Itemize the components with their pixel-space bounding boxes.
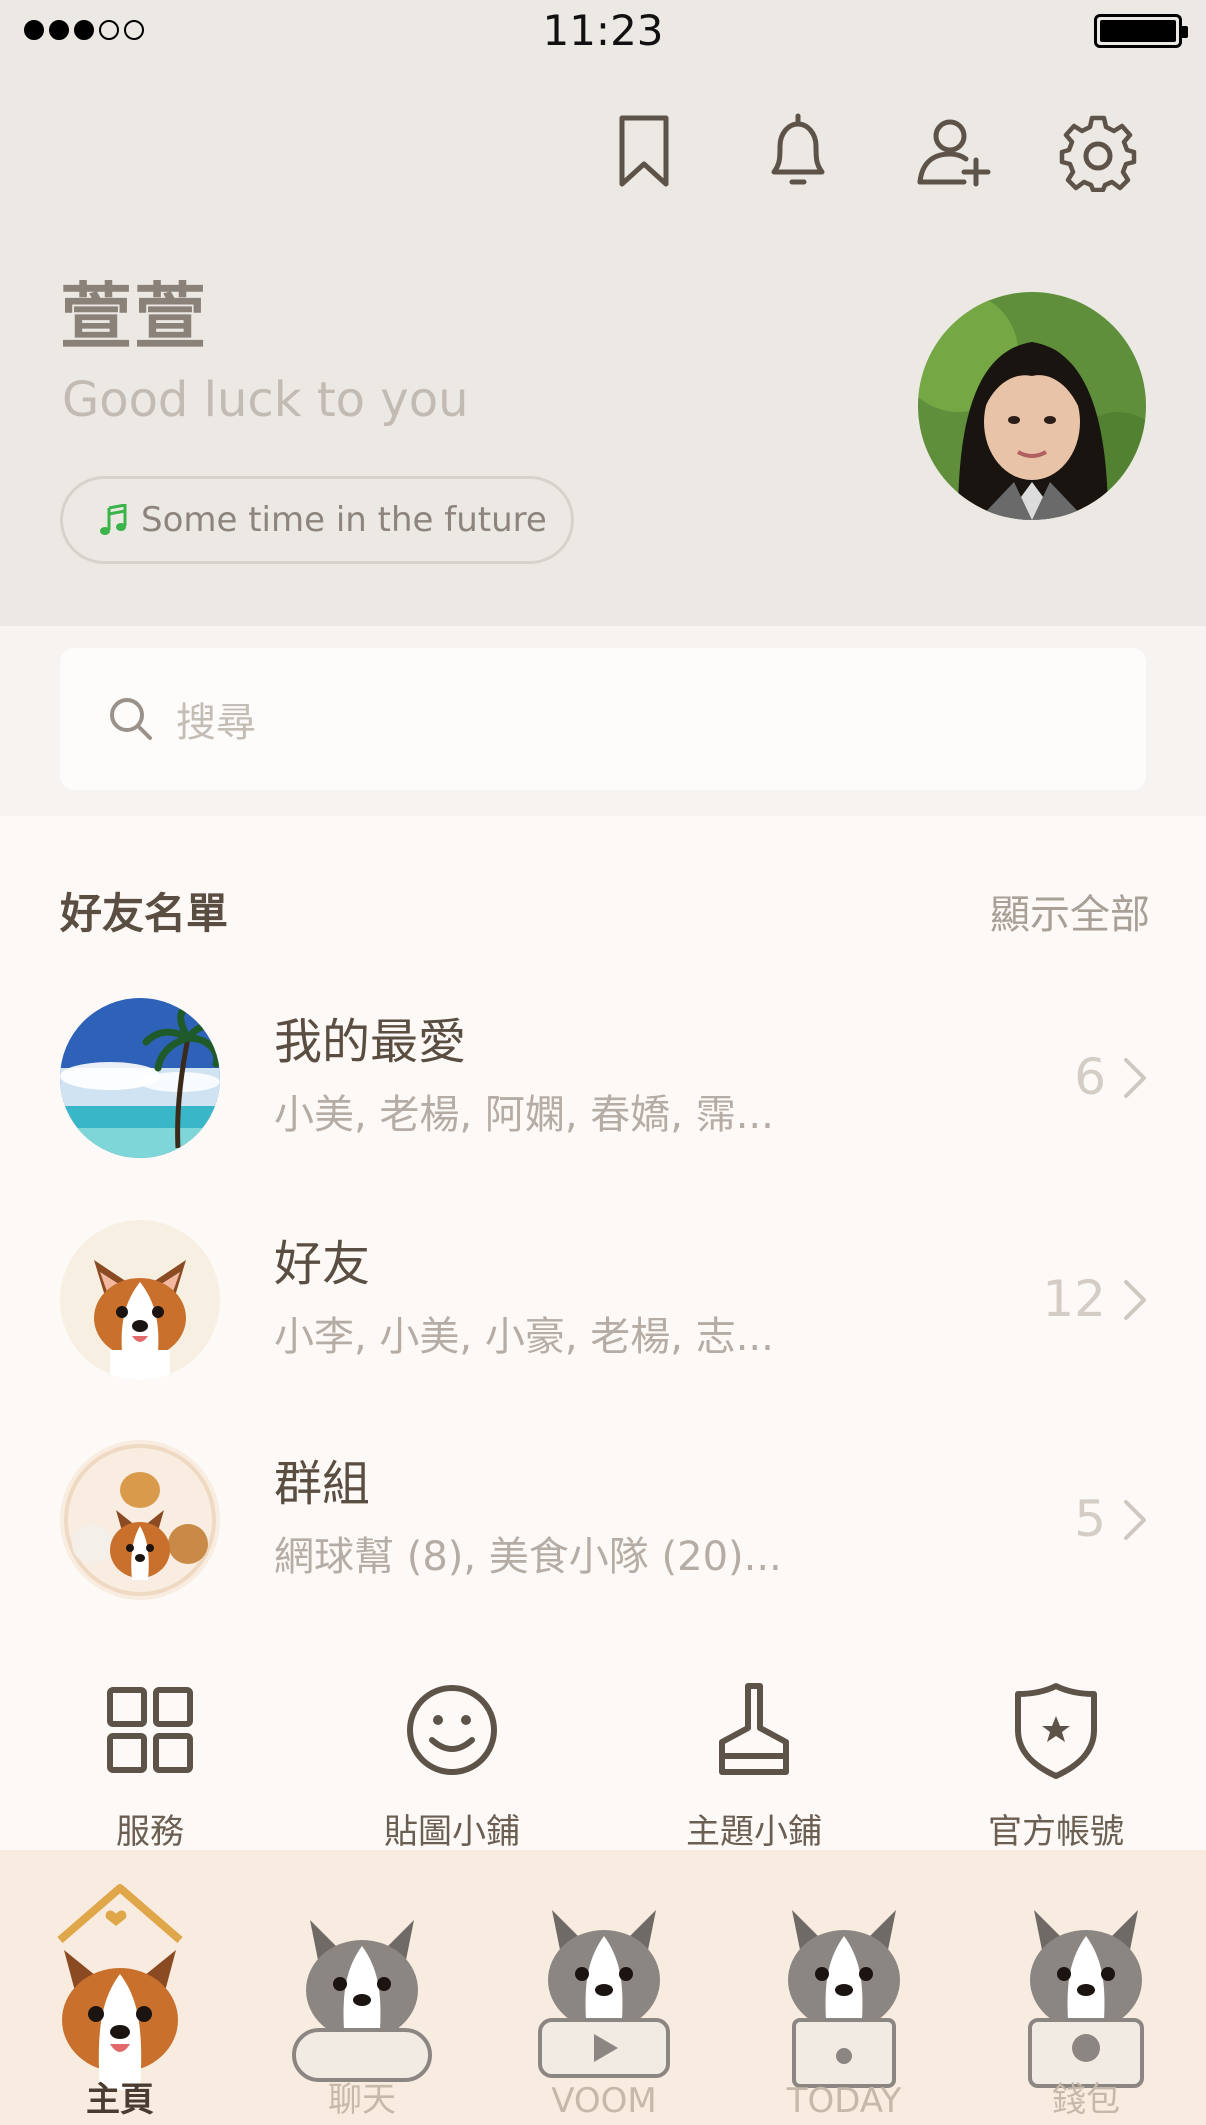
search-placeholder: 搜尋	[176, 700, 256, 746]
grid-icon	[107, 1687, 193, 1773]
sticker-shop-button[interactable]: 貼圖小鋪	[362, 1680, 542, 1852]
bookmark-icon[interactable]	[604, 112, 684, 192]
friend-group-friends[interactable]: 好友 小李, 小美, 小豪, 老楊, 志... 12	[0, 1220, 1206, 1420]
profile-avatar[interactable]	[918, 292, 1146, 520]
smiley-icon	[407, 1685, 497, 1775]
brush-icon	[719, 1683, 789, 1775]
bottom-tab-bar: 主頁 聊天 VOOM TODAY 錢包	[0, 1850, 1206, 2125]
music-note-icon	[100, 504, 127, 535]
today-corgi-icon	[788, 1910, 900, 2088]
service-button[interactable]: 服務	[60, 1680, 240, 1852]
friend-group-title: 我的最愛	[274, 1014, 467, 1070]
gear-icon[interactable]	[1058, 112, 1138, 193]
chat-corgi-icon	[292, 1920, 432, 2082]
voom-corgi-icon	[538, 1910, 670, 2078]
friend-group-title: 群組	[274, 1456, 371, 1512]
battery-icon	[1094, 14, 1188, 48]
official-accounts-button[interactable]: 官方帳號	[966, 1680, 1146, 1852]
profile-name[interactable]: 萱萱	[60, 258, 208, 363]
service-label: 主題小鋪	[686, 1812, 822, 1852]
tab-today[interactable]: TODAY	[744, 1850, 944, 2125]
chevron-right-icon	[1124, 1058, 1146, 1098]
chevron-right-icon	[1124, 1280, 1146, 1320]
friend-group-members: 網球幫 (8), 美食小隊 (20)...	[274, 1534, 782, 1580]
groups-thumbnail	[60, 1440, 220, 1600]
profile-music-button[interactable]: Some time in the future	[60, 476, 574, 564]
friend-group-count: 12	[1042, 1270, 1106, 1328]
tab-label: 主頁	[86, 2080, 154, 2120]
theme-shop-button[interactable]: 主題小鋪	[664, 1680, 844, 1852]
favorites-thumbnail	[60, 998, 220, 1158]
friend-group-members: 小美, 老楊, 阿嫻, 春嬌, 霈...	[274, 1092, 774, 1138]
status-bar: 11:23	[0, 0, 1206, 62]
home-corgi-icon	[57, 1884, 183, 2090]
tab-label: VOOM	[551, 2081, 657, 2121]
wallet-corgi-icon	[1028, 1910, 1144, 2088]
tab-label: TODAY	[786, 2081, 902, 2121]
tab-home[interactable]: 主頁	[20, 1850, 220, 2125]
profile-music-label: Some time in the future	[141, 500, 547, 540]
profile-header: 11:23 萱萱 Good luck to you Some time in t…	[0, 0, 1206, 626]
profile-status-message[interactable]: Good luck to you	[62, 372, 469, 428]
friend-group-count: 5	[1074, 1490, 1106, 1548]
search-section: 搜尋	[0, 626, 1206, 816]
bell-icon[interactable]	[758, 112, 838, 192]
search-icon	[110, 698, 152, 740]
show-all-link[interactable]: 顯示全部	[990, 882, 1150, 940]
tab-label: 錢包	[1052, 2080, 1120, 2120]
tab-wallet[interactable]: 錢包	[986, 1850, 1186, 2125]
tab-voom[interactable]: VOOM	[504, 1850, 704, 2125]
search-input[interactable]: 搜尋	[60, 648, 1146, 790]
service-label: 官方帳號	[988, 1812, 1124, 1852]
tab-chat[interactable]: 聊天	[262, 1850, 462, 2125]
chevron-right-icon	[1124, 1500, 1146, 1540]
friend-group-count: 6	[1074, 1048, 1106, 1106]
add-friend-icon[interactable]	[914, 112, 994, 192]
friend-group-members: 小李, 小美, 小豪, 老楊, 志...	[274, 1314, 774, 1360]
friend-group-title: 好友	[274, 1236, 371, 1292]
tab-label: 聊天	[328, 2080, 396, 2120]
friend-group-favorites[interactable]: 我的最愛 小美, 老楊, 阿嫻, 春嬌, 霈... 6	[0, 998, 1206, 1198]
shield-star-icon	[1015, 1683, 1097, 1779]
friend-group-groups[interactable]: 群組 網球幫 (8), 美食小隊 (20)... 5	[0, 1440, 1206, 1640]
friends-section-title: 好友名單	[60, 889, 229, 938]
friends-thumbnail	[60, 1220, 220, 1380]
service-label: 服務	[116, 1812, 184, 1852]
service-label: 貼圖小鋪	[384, 1812, 520, 1852]
status-time: 11:23	[542, 6, 664, 55]
